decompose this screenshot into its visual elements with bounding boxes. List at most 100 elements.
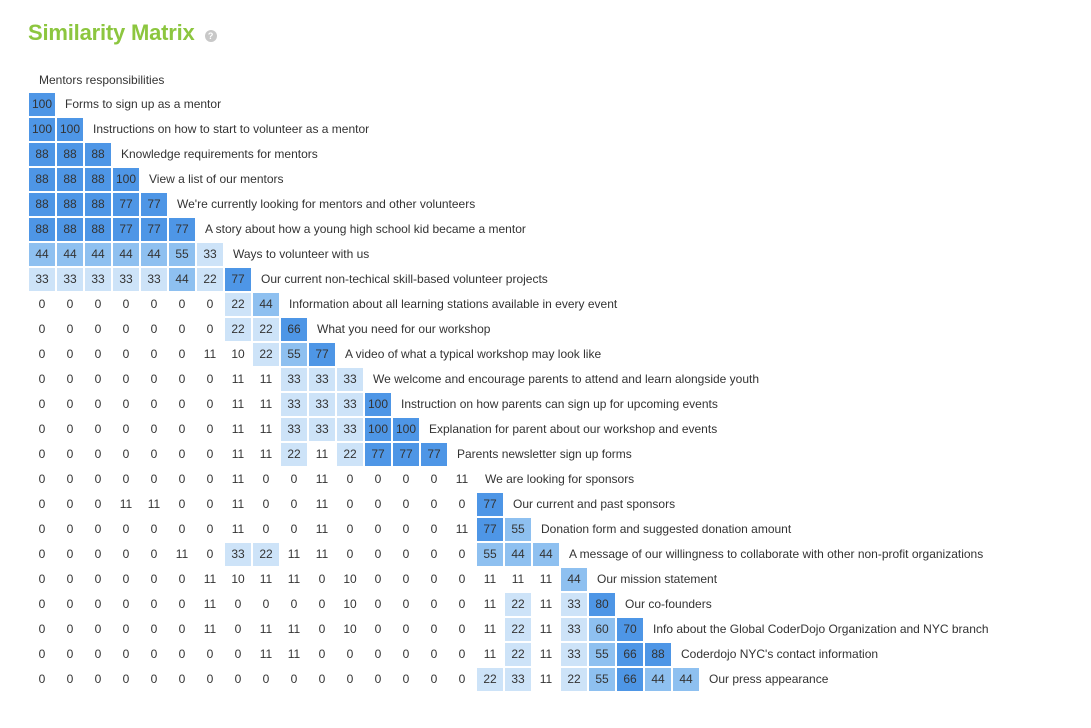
matrix-cell: 11 — [281, 543, 307, 566]
matrix-cell: 0 — [141, 593, 167, 616]
matrix-row-label: A video of what a typical workshop may l… — [345, 347, 602, 361]
matrix-cell: 0 — [57, 293, 83, 316]
matrix-cell: 33 — [337, 368, 363, 391]
matrix-cell: 0 — [253, 493, 279, 516]
matrix-cell: 11 — [281, 643, 307, 666]
matrix-row: 0 0 0 0 0 0 11 10 11 11 0 10 0 0 0 0 11 11 11 44 Our mission… — [29, 568, 989, 593]
matrix-cell: 11 — [309, 493, 335, 516]
matrix-cell: 100 — [365, 393, 391, 416]
matrix-cell: 0 — [225, 668, 251, 691]
matrix-cell: 0 — [197, 543, 223, 566]
matrix-cell: 0 — [57, 443, 83, 466]
matrix-row-label: Our mission statement — [597, 572, 718, 586]
matrix-cell: 0 — [57, 368, 83, 391]
matrix-cell: 0 — [197, 318, 223, 341]
matrix-cell: 0 — [197, 443, 223, 466]
matrix-cell: 88 — [29, 143, 55, 166]
matrix-cell: 0 — [449, 668, 475, 691]
matrix-cell: 88 — [57, 143, 83, 166]
matrix-cell: 0 — [421, 468, 447, 491]
matrix-cell: 11 — [197, 618, 223, 641]
matrix-cell: 0 — [169, 468, 195, 491]
matrix-cell: 33 — [85, 268, 111, 291]
matrix-cell: 0 — [449, 593, 475, 616]
matrix-row: 88 88 88 77 77 We're currently looking for me… — [29, 193, 989, 218]
matrix-cell: 80 — [589, 593, 615, 616]
matrix-cell: 77 — [365, 443, 391, 466]
matrix-cell: 77 — [141, 218, 167, 241]
matrix-cell: 0 — [169, 593, 195, 616]
matrix-row: 100 100 Instructions on how to start to vo… — [29, 118, 989, 143]
matrix-row-label: Our current and past sponsors — [513, 497, 676, 511]
matrix-cell: 44 — [645, 668, 671, 691]
matrix-cell: 33 — [197, 243, 223, 266]
matrix-cell: 0 — [113, 618, 139, 641]
matrix-cell: 100 — [29, 118, 55, 141]
matrix-cell: 11 — [533, 593, 559, 616]
matrix-cell: 0 — [29, 393, 55, 416]
matrix-cell: 0 — [113, 418, 139, 441]
matrix-cell: 0 — [29, 668, 55, 691]
matrix-cell: 0 — [449, 643, 475, 666]
matrix-cell: 11 — [533, 568, 559, 591]
matrix-cell: 0 — [393, 593, 419, 616]
matrix-row-label: Our press appearance — [709, 672, 829, 686]
matrix-cell: 0 — [141, 568, 167, 591]
matrix-row: 0 0 0 0 0 0 0 22 22 66 What you need for our works… — [29, 318, 989, 343]
matrix-row-label: Our current non-techical skill-based vol… — [261, 272, 548, 286]
matrix-cell: 11 — [533, 618, 559, 641]
matrix-cell: 11 — [253, 418, 279, 441]
matrix-cell: 88 — [645, 643, 671, 666]
matrix-cell: 0 — [29, 343, 55, 366]
matrix-row-label: We're currently looking for mentors and … — [177, 197, 476, 211]
matrix-cell: 0 — [309, 618, 335, 641]
matrix-row: 0 0 0 0 0 11 0 33 22 11 11 0 0 0 0 0 55 44 44 A message of … — [29, 543, 989, 568]
matrix-cell: 0 — [281, 493, 307, 516]
matrix-cell: 0 — [85, 368, 111, 391]
matrix-cell: 11 — [141, 493, 167, 516]
matrix-cell: 0 — [337, 543, 363, 566]
matrix-cell: 44 — [85, 243, 111, 266]
matrix-cell: 0 — [57, 418, 83, 441]
matrix-cell: 0 — [85, 543, 111, 566]
matrix-cell: 44 — [29, 243, 55, 266]
matrix-row-label: Our co-founders — [625, 597, 712, 611]
matrix-cell: 0 — [57, 668, 83, 691]
matrix-cell: 11 — [225, 468, 251, 491]
matrix-cell: 11 — [309, 468, 335, 491]
matrix-cell: 11 — [477, 568, 503, 591]
help-icon[interactable]: ? — [204, 29, 217, 42]
matrix-cell: 0 — [29, 543, 55, 566]
matrix-row-label: Ways to volunteer with us — [233, 247, 370, 261]
matrix-cell: 0 — [393, 643, 419, 666]
matrix-cell: 77 — [309, 343, 335, 366]
matrix-cell: 0 — [393, 618, 419, 641]
matrix-cell: 0 — [29, 618, 55, 641]
matrix-cell: 33 — [225, 543, 251, 566]
matrix-cell: 11 — [449, 468, 475, 491]
matrix-cell: 0 — [197, 643, 223, 666]
matrix-row-label: Coderdojo NYC's contact information — [681, 647, 879, 661]
matrix-cell: 77 — [169, 218, 195, 241]
matrix-cell: 0 — [197, 368, 223, 391]
matrix-cell: 33 — [309, 393, 335, 416]
matrix-row: 0 0 0 0 0 0 0 0 11 11 0 0 0 0 0 0 11 22 11 33 55 66 88 Coderdoj… — [29, 643, 989, 668]
matrix-cell: 0 — [253, 593, 279, 616]
matrix-cell: 0 — [225, 643, 251, 666]
matrix-cell: 22 — [197, 268, 223, 291]
matrix-cell: 11 — [197, 343, 223, 366]
matrix-cell: 33 — [141, 268, 167, 291]
matrix-cell: 0 — [141, 543, 167, 566]
matrix-cell: 0 — [57, 393, 83, 416]
matrix-cell: 66 — [617, 643, 643, 666]
matrix-row-label: We are looking for sponsors — [485, 472, 635, 486]
matrix-cell: 22 — [505, 593, 531, 616]
matrix-cell: 33 — [561, 618, 587, 641]
matrix-cell: 88 — [57, 168, 83, 191]
matrix-row-label: Explanation for parent about our worksho… — [429, 422, 718, 436]
matrix-cell: 11 — [197, 568, 223, 591]
matrix-row: 0 0 0 0 0 0 0 11 0 0 11 0 0 0 0 11 77 55 Donation form and… — [29, 518, 989, 543]
matrix-cell: 0 — [85, 593, 111, 616]
matrix-cell: 44 — [533, 543, 559, 566]
page-header: Similarity Matrix ? — [28, 20, 217, 46]
